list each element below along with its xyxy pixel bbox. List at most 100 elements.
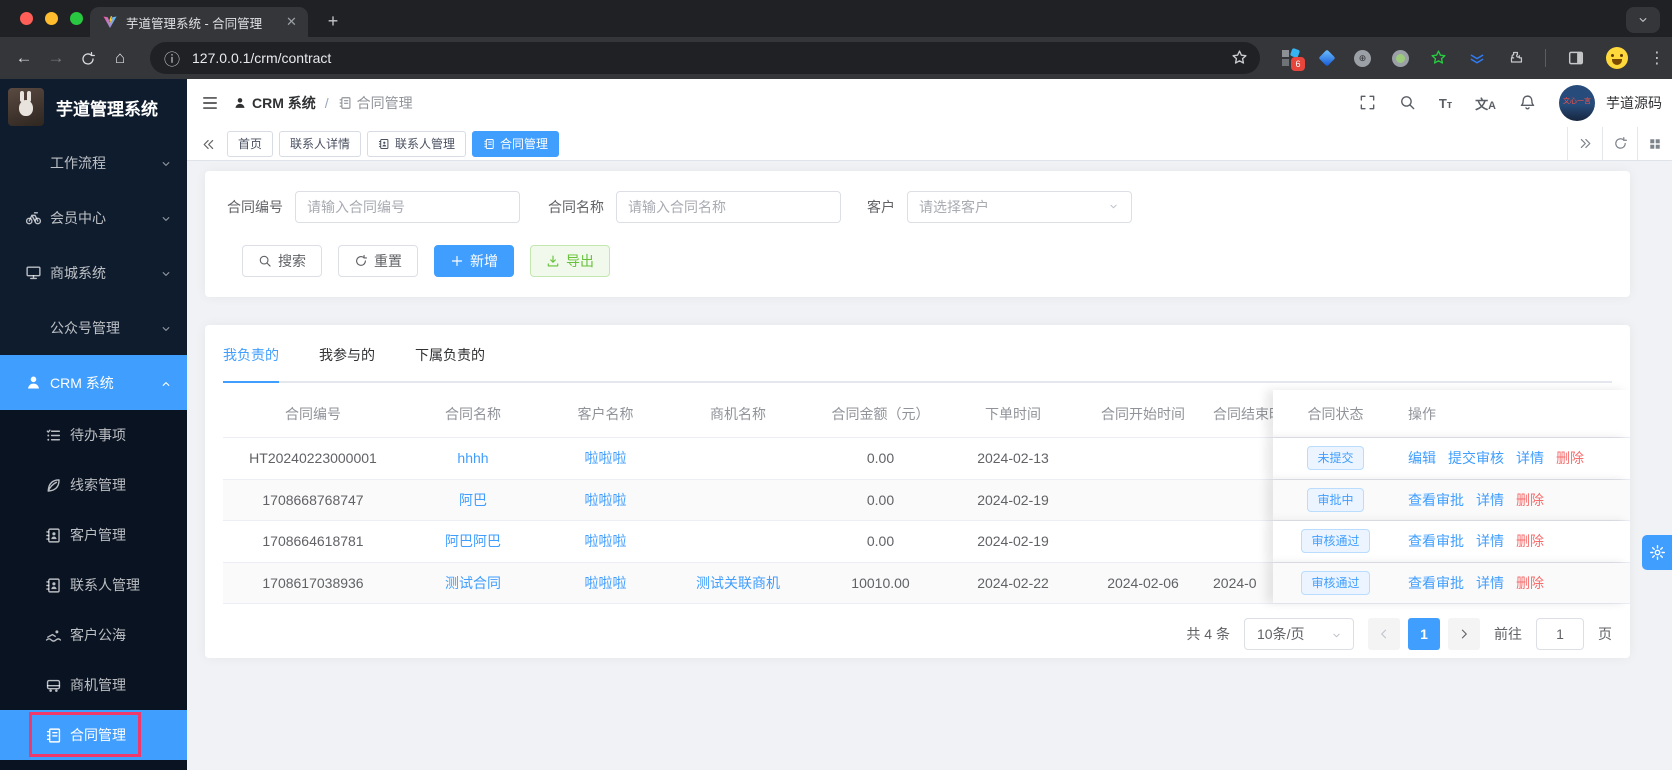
sidebar-item-crm-system[interactable]: CRM 系统: [0, 355, 187, 410]
tab-participated[interactable]: 我参与的: [319, 345, 375, 381]
font-size-icon[interactable]: Tт: [1439, 96, 1452, 111]
zoom-window-button[interactable]: [70, 12, 83, 25]
submit-review-link[interactable]: 提交审核: [1448, 448, 1504, 468]
tags-grid-icon[interactable]: [1637, 127, 1672, 160]
new-tab-button[interactable]: +: [320, 9, 346, 35]
tag-contact-manage[interactable]: 联系人管理: [367, 130, 467, 157]
page-number-button[interactable]: 1: [1408, 618, 1440, 650]
next-page-button[interactable]: [1448, 618, 1480, 650]
sidebar-item-todo[interactable]: 待办事项: [0, 410, 187, 460]
search-icon[interactable]: [1399, 94, 1416, 112]
bookmark-star-icon[interactable]: [1231, 49, 1248, 67]
page-size-select[interactable]: 10条/页: [1244, 618, 1354, 650]
tag-contact-detail[interactable]: 联系人详情: [279, 130, 362, 157]
detail-link[interactable]: 详情: [1516, 448, 1544, 468]
contract-name-link[interactable]: hhhh: [457, 450, 488, 466]
sidebar-item-customers[interactable]: 客户管理: [0, 510, 187, 560]
customer-select[interactable]: 请选择客户: [907, 191, 1132, 223]
close-window-button[interactable]: [20, 12, 33, 25]
window-controls[interactable]: [20, 12, 83, 25]
collapse-sidebar-icon[interactable]: [201, 94, 219, 112]
customer-link[interactable]: 啦啦啦: [585, 573, 627, 593]
scroll-tags-left-icon[interactable]: [195, 135, 221, 151]
search-button[interactable]: 搜索: [242, 245, 322, 277]
delete-link[interactable]: 删除: [1516, 531, 1544, 551]
reset-button[interactable]: 重置: [338, 245, 418, 277]
contract-name-link[interactable]: 阿巴阿巴: [445, 531, 501, 551]
view-approval-link[interactable]: 查看审批: [1408, 573, 1464, 593]
url-text[interactable]: 127.0.0.1/crm/contract: [192, 50, 1231, 66]
tab-search-button[interactable]: [1626, 7, 1660, 33]
status-badge: 审核通过: [1301, 570, 1370, 595]
extension-record-icon[interactable]: [1392, 49, 1409, 67]
delete-link[interactable]: 删除: [1516, 490, 1544, 510]
extension-blocks-icon[interactable]: 6: [1282, 47, 1305, 71]
sidebar-item-leads[interactable]: 线索管理: [0, 460, 187, 510]
tag-contract-manage[interactable]: 合同管理: [472, 130, 560, 157]
sidebar-item-mall-system[interactable]: 商城系统: [0, 245, 187, 300]
browser-profile-avatar[interactable]: [1606, 47, 1628, 69]
sidebar-item-workflow[interactable]: 工作流程: [0, 135, 187, 190]
tab-close-icon[interactable]: ✕: [283, 14, 300, 31]
detail-link[interactable]: 详情: [1476, 490, 1504, 510]
goto-page-input[interactable]: [1536, 618, 1584, 650]
edit-link[interactable]: 编辑: [1408, 448, 1436, 468]
forward-icon[interactable]: →: [40, 48, 72, 68]
extension-layers-icon[interactable]: [1468, 49, 1486, 67]
favicon-vite-icon: [102, 14, 118, 30]
col-contract-no: 合同编号: [285, 405, 341, 422]
side-panel-icon[interactable]: [1567, 49, 1585, 67]
extension-kite-icon[interactable]: [1318, 49, 1336, 67]
tab-subordinates[interactable]: 下属负责的: [415, 345, 485, 381]
customer-link[interactable]: 啦啦啦: [585, 531, 627, 551]
username[interactable]: 芋道源码: [1606, 93, 1662, 113]
view-approval-link[interactable]: 查看审批: [1408, 531, 1464, 551]
pool-icon: [44, 626, 62, 644]
contract-name-input[interactable]: [628, 199, 829, 215]
view-approval-link[interactable]: 查看审批: [1408, 490, 1464, 510]
fullscreen-icon[interactable]: [1359, 94, 1376, 112]
breadcrumb-crm[interactable]: CRM 系统: [233, 93, 316, 113]
extensions-puzzle-icon[interactable]: [1507, 49, 1524, 67]
address-bar[interactable]: ⓘ 127.0.0.1/crm/contract: [150, 42, 1260, 74]
user-avatar[interactable]: 文心一言: [1559, 85, 1595, 121]
contract-no-input[interactable]: [307, 199, 508, 215]
contract-name-link[interactable]: 测试合同: [445, 573, 501, 593]
contract-name-link[interactable]: 阿巴: [459, 490, 487, 510]
export-button[interactable]: 导出: [530, 245, 610, 277]
language-icon[interactable]: 文A: [1475, 94, 1496, 113]
customer-link[interactable]: 啦啦啦: [585, 490, 627, 510]
detail-link[interactable]: 详情: [1476, 573, 1504, 593]
refresh-page-icon[interactable]: [1602, 127, 1637, 160]
sidebar-item-contracts[interactable]: 合同管理: [0, 710, 187, 760]
home-icon[interactable]: ⌂: [104, 48, 136, 68]
settings-drawer-button[interactable]: [1642, 535, 1672, 570]
sidebar-item-customer-pool[interactable]: 客户公海: [0, 610, 187, 660]
extension-circle-icon[interactable]: ⊕: [1354, 49, 1371, 67]
back-icon[interactable]: ←: [8, 48, 40, 68]
minimize-window-button[interactable]: [45, 12, 58, 25]
notification-bell-icon[interactable]: [1519, 94, 1536, 112]
site-info-icon[interactable]: ⓘ: [164, 46, 180, 70]
tab-mine[interactable]: 我负责的: [223, 345, 279, 383]
customer-link[interactable]: 啦啦啦: [585, 448, 627, 468]
add-button[interactable]: 新增: [434, 245, 514, 277]
reload-icon[interactable]: [72, 48, 104, 68]
sidebar-item-official-account[interactable]: 公众号管理: [0, 300, 187, 355]
tag-home[interactable]: 首页: [227, 130, 274, 157]
extension-star-icon[interactable]: [1430, 49, 1447, 67]
prev-page-button[interactable]: [1368, 618, 1400, 650]
sidebar-item-contacts[interactable]: 联系人管理: [0, 560, 187, 610]
gear-icon: [1649, 544, 1666, 561]
browser-tab[interactable]: 芋道管理系统 - 合同管理 ✕: [90, 7, 308, 37]
app-logo[interactable]: 芋道管理系统: [0, 79, 187, 135]
detail-link[interactable]: 详情: [1476, 531, 1504, 551]
delete-link[interactable]: 删除: [1516, 573, 1544, 593]
opportunity-link[interactable]: 测试关联商机: [696, 573, 780, 593]
screenshot-root: 芋道管理系统 - 合同管理 ✕ + ← → ⌂ ⓘ 127.0.0.1/crm/…: [0, 0, 1672, 770]
sidebar-item-member-center[interactable]: 会员中心: [0, 190, 187, 245]
sidebar-item-opportunities[interactable]: 商机管理: [0, 660, 187, 710]
scroll-tags-right-icon[interactable]: [1567, 127, 1602, 160]
browser-menu-icon[interactable]: ⋮: [1649, 48, 1666, 68]
delete-link[interactable]: 删除: [1556, 448, 1584, 468]
